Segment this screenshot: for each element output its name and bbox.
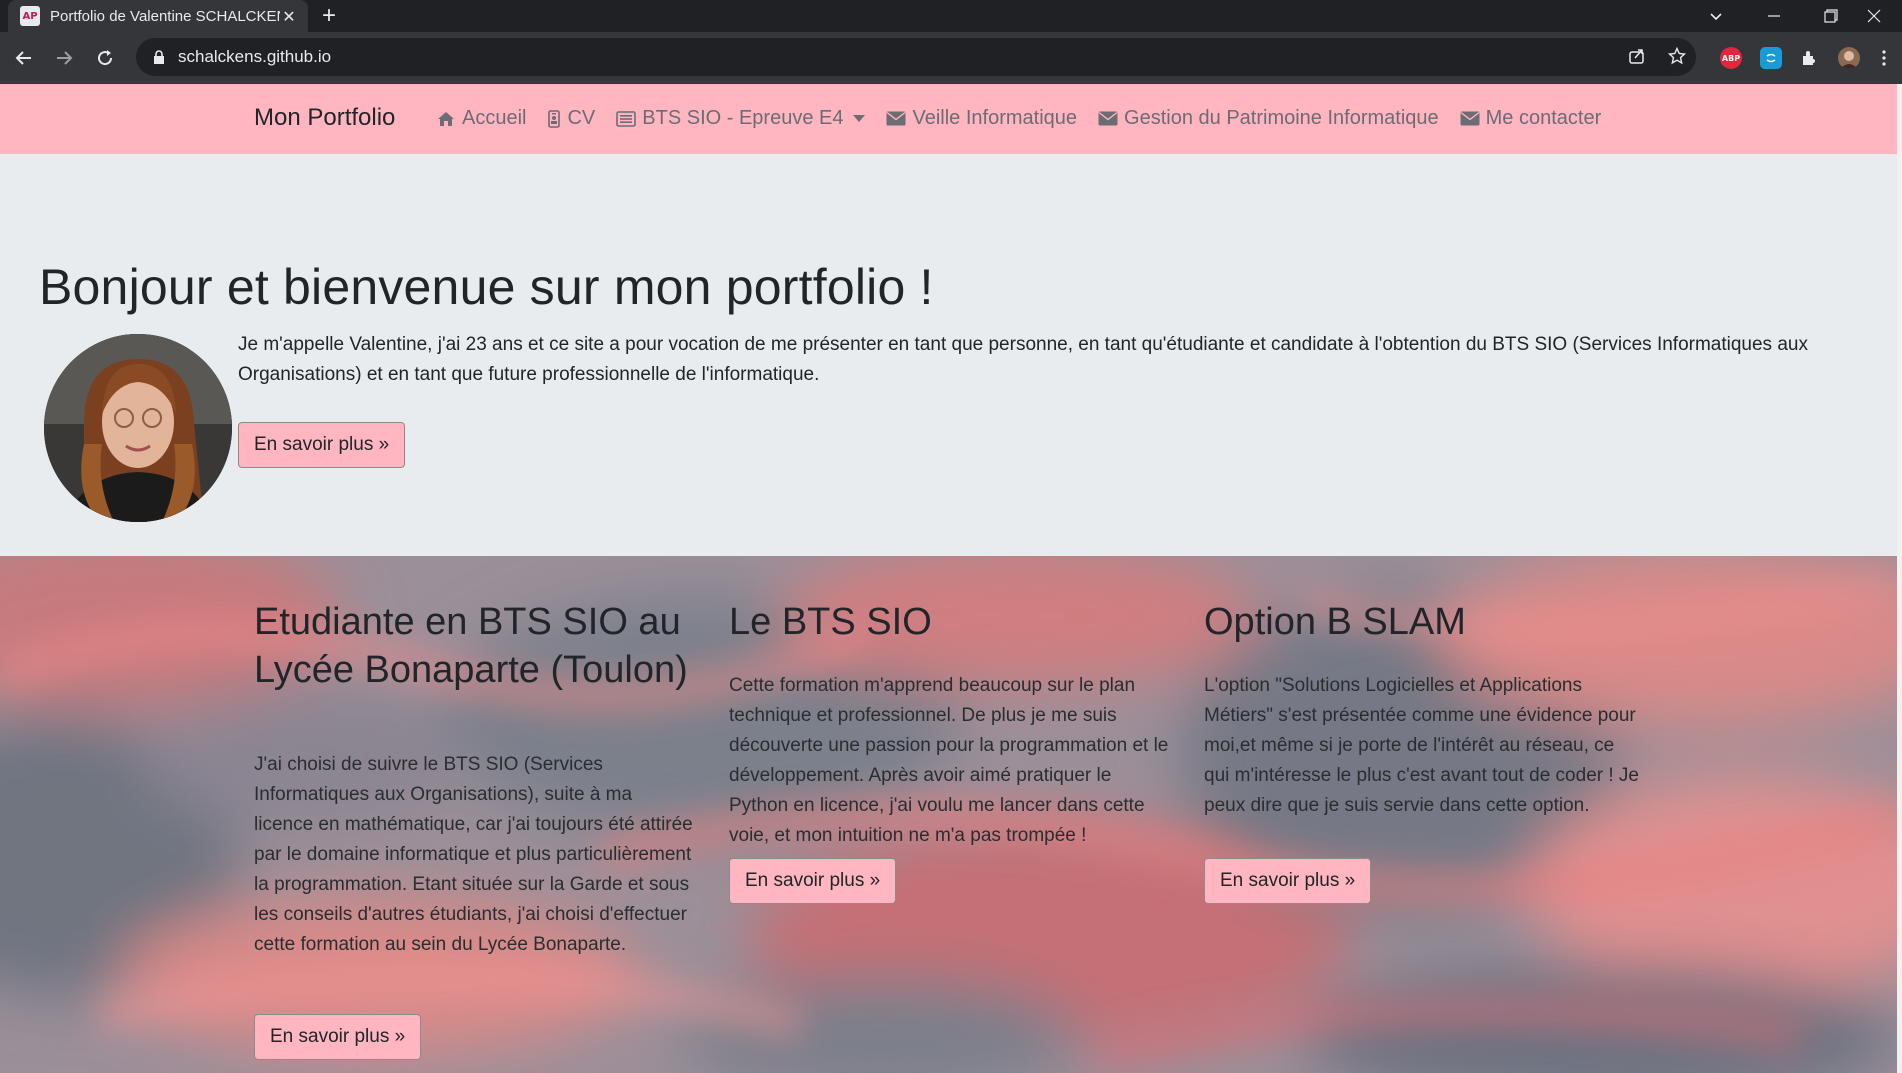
- envelope-icon: [886, 110, 906, 128]
- url-text: schalckens.github.io: [178, 47, 332, 66]
- browser-menu-icon[interactable]: [1874, 42, 1894, 74]
- adblock-plus-icon[interactable]: ABP: [1720, 47, 1742, 69]
- nav-item-label: Veille Informatique: [912, 107, 1078, 129]
- feature-text: L'option "Solutions Logicielles et Appli…: [1204, 675, 1639, 816]
- nav-item-label: Me contacter: [1485, 107, 1602, 129]
- feature-learn-more-button[interactable]: En savoir plus »: [254, 1014, 422, 1060]
- profile-photo: [44, 334, 232, 522]
- feature-title: Option B SLAM: [1204, 601, 1466, 643]
- tab-search-chevron-icon[interactable]: [1688, 0, 1744, 32]
- forward-icon[interactable]: [48, 42, 80, 74]
- browser-toolbar: schalckens.github.io ABP: [0, 32, 1902, 84]
- feature-learn-more-button[interactable]: En savoir plus »: [1204, 858, 1372, 904]
- feature-learn-more-button[interactable]: En savoir plus »: [729, 858, 897, 904]
- nav-item-me-contacter[interactable]: Me contacter: [1460, 107, 1602, 130]
- nav-item-label: Gestion du Patrimoine Informatique: [1124, 107, 1439, 129]
- nav-item-veille-informatique[interactable]: Veille Informatique: [886, 107, 1077, 130]
- new-tab-icon[interactable]: +: [322, 2, 336, 30]
- reload-icon[interactable]: [89, 42, 121, 74]
- extensions-puzzle-icon[interactable]: [1799, 47, 1821, 69]
- nav-item-cv[interactable]: CV: [547, 107, 595, 130]
- profile-avatar[interactable]: [1838, 47, 1860, 69]
- envelope-icon: [1460, 110, 1480, 128]
- dropdown-caret-icon: [853, 115, 866, 122]
- bookmark-star-icon[interactable]: [1667, 46, 1687, 70]
- close-window-icon[interactable]: [1846, 0, 1902, 32]
- back-icon[interactable]: [8, 42, 40, 74]
- close-tab-icon[interactable]: ✕: [280, 7, 298, 26]
- browser-tab[interactable]: AP Portfolio de Valentine SCHALCKENS ✕: [8, 0, 308, 32]
- envelope-icon: [1098, 110, 1118, 128]
- feature-text: J'ai choisi de suivre le BTS SIO (Servic…: [254, 754, 693, 955]
- page-scrollbar[interactable]: [1897, 84, 1902, 1073]
- page-title: Bonjour et bienvenue sur mon portfolio !: [39, 259, 934, 315]
- minimize-icon[interactable]: [1746, 0, 1802, 32]
- nav-menu: Accueil CV BTS SIO - Epreuve E4 Veille I…: [436, 107, 1622, 130]
- browser-tab-strip: AP Portfolio de Valentine SCHALCKENS ✕ +: [0, 0, 1902, 32]
- jumbotron-learn-more-button[interactable]: En savoir plus »: [238, 422, 406, 468]
- nav-item-label: Accueil: [462, 107, 527, 129]
- nav-item-label: CV: [567, 107, 596, 129]
- web-page: Mon Portfolio Accueil CV BTS SIO - Epreu…: [0, 84, 1902, 1073]
- site-favicon-icon: AP: [20, 6, 40, 26]
- feature-title: Etudiante en BTS SIO au Lycée Bonaparte …: [254, 601, 688, 691]
- feature-text: Cette formation m'apprend beaucoup sur l…: [729, 675, 1169, 846]
- share-icon[interactable]: [1628, 47, 1646, 70]
- id-badge-icon: [547, 109, 561, 128]
- intro-text: Je m'appelle Valentine, j'ai 23 ans et c…: [238, 334, 1808, 385]
- list-alt-icon: [616, 110, 637, 128]
- nav-item-bts-sio-dropdown[interactable]: BTS SIO - Epreuve E4: [616, 107, 866, 130]
- tab-title: Portfolio de Valentine SCHALCKENS: [50, 7, 280, 25]
- nav-item-label: BTS SIO - Epreuve E4: [642, 107, 844, 129]
- navbar-brand[interactable]: Mon Portfolio: [254, 104, 395, 132]
- home-icon: [436, 110, 456, 128]
- features-section: Etudiante en BTS SIO au Lycée Bonaparte …: [0, 556, 1897, 1073]
- site-navbar: Mon Portfolio Accueil CV BTS SIO - Epreu…: [0, 84, 1897, 154]
- nav-item-gestion-patrimoine[interactable]: Gestion du Patrimoine Informatique: [1098, 107, 1439, 130]
- lock-icon: [154, 50, 164, 64]
- translate-extension-icon[interactable]: [1760, 47, 1782, 69]
- feature-title: Le BTS SIO: [729, 601, 932, 643]
- address-bar[interactable]: schalckens.github.io: [136, 38, 1696, 76]
- jumbotron: Bonjour et bienvenue sur mon portfolio !…: [0, 154, 1897, 556]
- nav-item-accueil[interactable]: Accueil: [436, 107, 526, 130]
